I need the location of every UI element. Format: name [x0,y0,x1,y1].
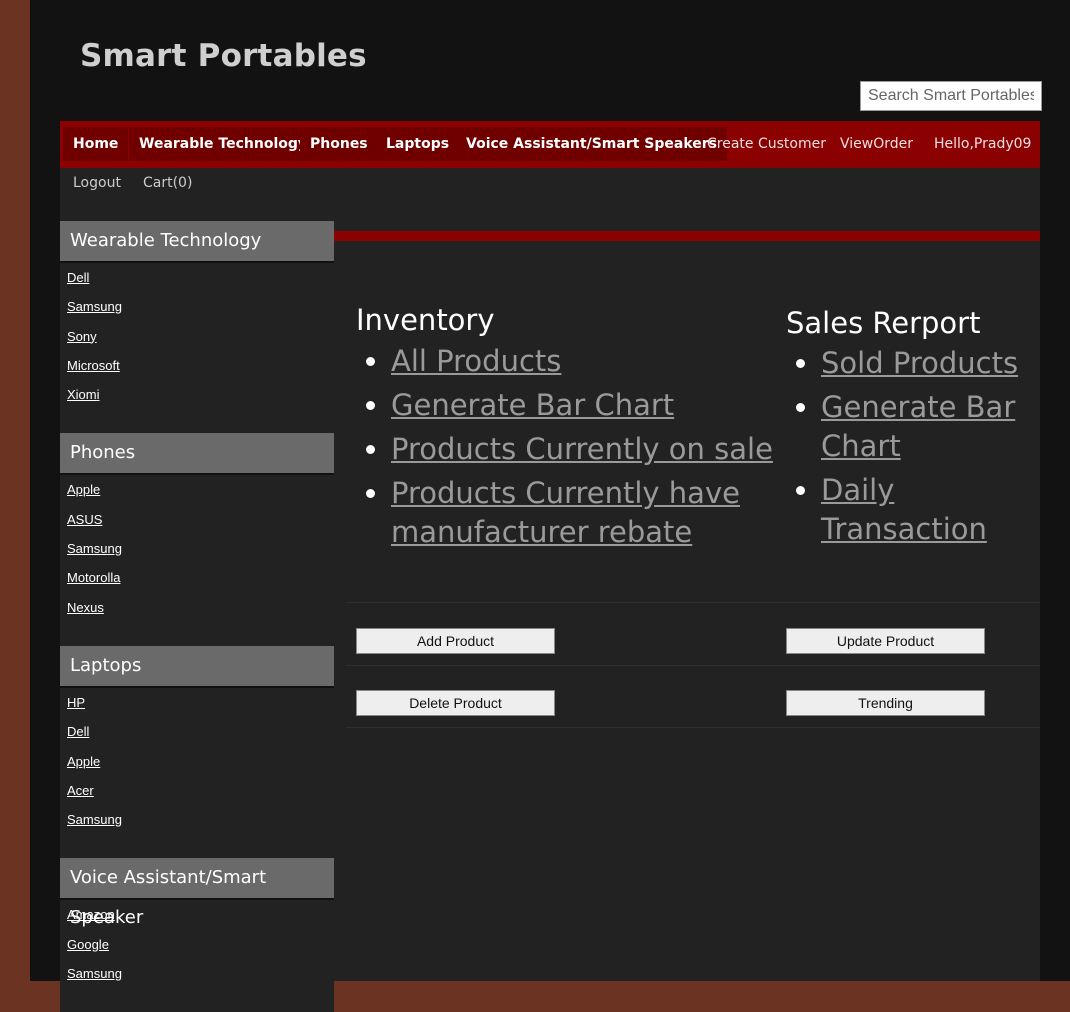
sales-link-item: Daily Transaction [821,471,1051,549]
nav-create-customer[interactable]: Create Customer [707,127,826,161]
update-product-button[interactable]: Update Product [786,628,985,654]
cart-link[interactable]: Cart(0) [143,175,192,191]
sidebar-link-apple[interactable]: Apple [60,751,334,780]
nav-view-order[interactable]: ViewOrder [840,127,913,161]
sidebar: Wearable Technology Dell Samsung Sony Mi… [60,221,334,1012]
sidebar-link-dell[interactable]: Dell [60,267,334,296]
sold-products-link[interactable]: Sold Products [821,346,1018,380]
sidebar-link-google[interactable]: Google [60,934,334,963]
nav-user-greeting[interactable]: Hello,Prady09 [934,127,1031,161]
sidebar-heading-voice-assistant: Voice Assistant/Smart Speaker [60,858,334,928]
sales-link-item: Sold Products [821,344,1051,383]
table-divider [346,727,1040,728]
inventory-link-item: Generate Bar Chart [391,386,791,425]
sidebar-link-dell[interactable]: Dell [60,721,334,750]
sidebar-link-asus[interactable]: ASUS [60,509,334,538]
sidebar-link-hp[interactable]: HP [60,692,334,721]
content-divider-bar [334,231,1040,241]
sub-nav: Logout Cart(0) [60,168,1040,221]
sidebar-heading-wearable: Wearable Technology [60,221,334,263]
sidebar-link-samsung[interactable]: Samsung [60,963,334,992]
sidebar-list-wearable: Dell Samsung Sony Microsoft Xiomi [60,263,334,434]
sales-bar-chart-link[interactable]: Generate Bar Chart [821,390,1015,463]
delete-product-button[interactable]: Delete Product [356,690,555,716]
add-product-button[interactable]: Add Product [356,628,555,654]
main-nav: Home Wearable Technology Phones Laptops … [60,121,1040,168]
sidebar-list-laptops: HP Dell Apple Acer Samsung [60,687,334,859]
logout-link[interactable]: Logout [73,175,121,191]
sidebar-list-voice-assistant: Amazon Google Samsung [60,900,334,1012]
nav-phones[interactable]: Phones [300,127,378,161]
table-divider [346,602,1040,603]
sidebar-link-apple[interactable]: Apple [60,479,334,508]
main-content: Inventory All Products Generate Bar Char… [334,221,1040,981]
sidebar-list-phones: Apple ASUS Samsung Motorolla Nexus [60,475,334,646]
nav-voice-assistant[interactable]: Voice Assistant/Smart Speakers [456,127,728,161]
sales-report-title: Sales Rerport [786,306,981,340]
table-divider [346,665,1040,666]
nav-laptops[interactable]: Laptops [376,127,460,161]
inventory-link-item: Products Currently have manufacturer reb… [391,474,791,552]
sidebar-link-nexus[interactable]: Nexus [60,597,334,626]
inventory-title: Inventory [356,303,495,337]
sidebar-link-samsung[interactable]: Samsung [60,296,334,325]
nav-wearable-technology[interactable]: Wearable Technology [129,127,318,161]
trending-button[interactable]: Trending [786,690,985,716]
sidebar-link-sony[interactable]: Sony [60,326,334,355]
search-input[interactable] [860,81,1042,111]
sidebar-heading-laptops: Laptops [60,645,334,688]
sidebar-link-samsung[interactable]: Samsung [60,809,334,838]
sidebar-link-motorolla[interactable]: Motorolla [60,567,334,596]
sidebar-link-microsoft[interactable]: Microsoft [60,355,334,384]
all-products-link[interactable]: All Products [391,344,561,378]
sales-links: Sold Products Generate Bar Chart Daily T… [786,344,1051,554]
sidebar-link-samsung[interactable]: Samsung [60,538,334,567]
daily-transaction-link[interactable]: Daily Transaction [821,473,987,546]
page: Smart Portables Home Wearable Technology… [30,0,1070,1012]
inventory-link-item: Products Currently on sale [391,430,791,469]
sidebar-heading-phones: Phones [60,433,334,476]
nav-home[interactable]: Home [63,127,129,161]
inventory-link-item: All Products [391,342,791,381]
products-rebate-link[interactable]: Products Currently have manufacturer reb… [391,476,740,549]
site-title[interactable]: Smart Portables [80,38,367,74]
inventory-bar-chart-link[interactable]: Generate Bar Chart [391,388,674,422]
sidebar-link-acer[interactable]: Acer [60,780,334,809]
products-on-sale-link[interactable]: Products Currently on sale [391,432,773,466]
sales-link-item: Generate Bar Chart [821,388,1051,466]
sidebar-link-xiomi[interactable]: Xiomi [60,384,334,413]
inventory-links: All Products Generate Bar Chart Products… [356,342,791,557]
